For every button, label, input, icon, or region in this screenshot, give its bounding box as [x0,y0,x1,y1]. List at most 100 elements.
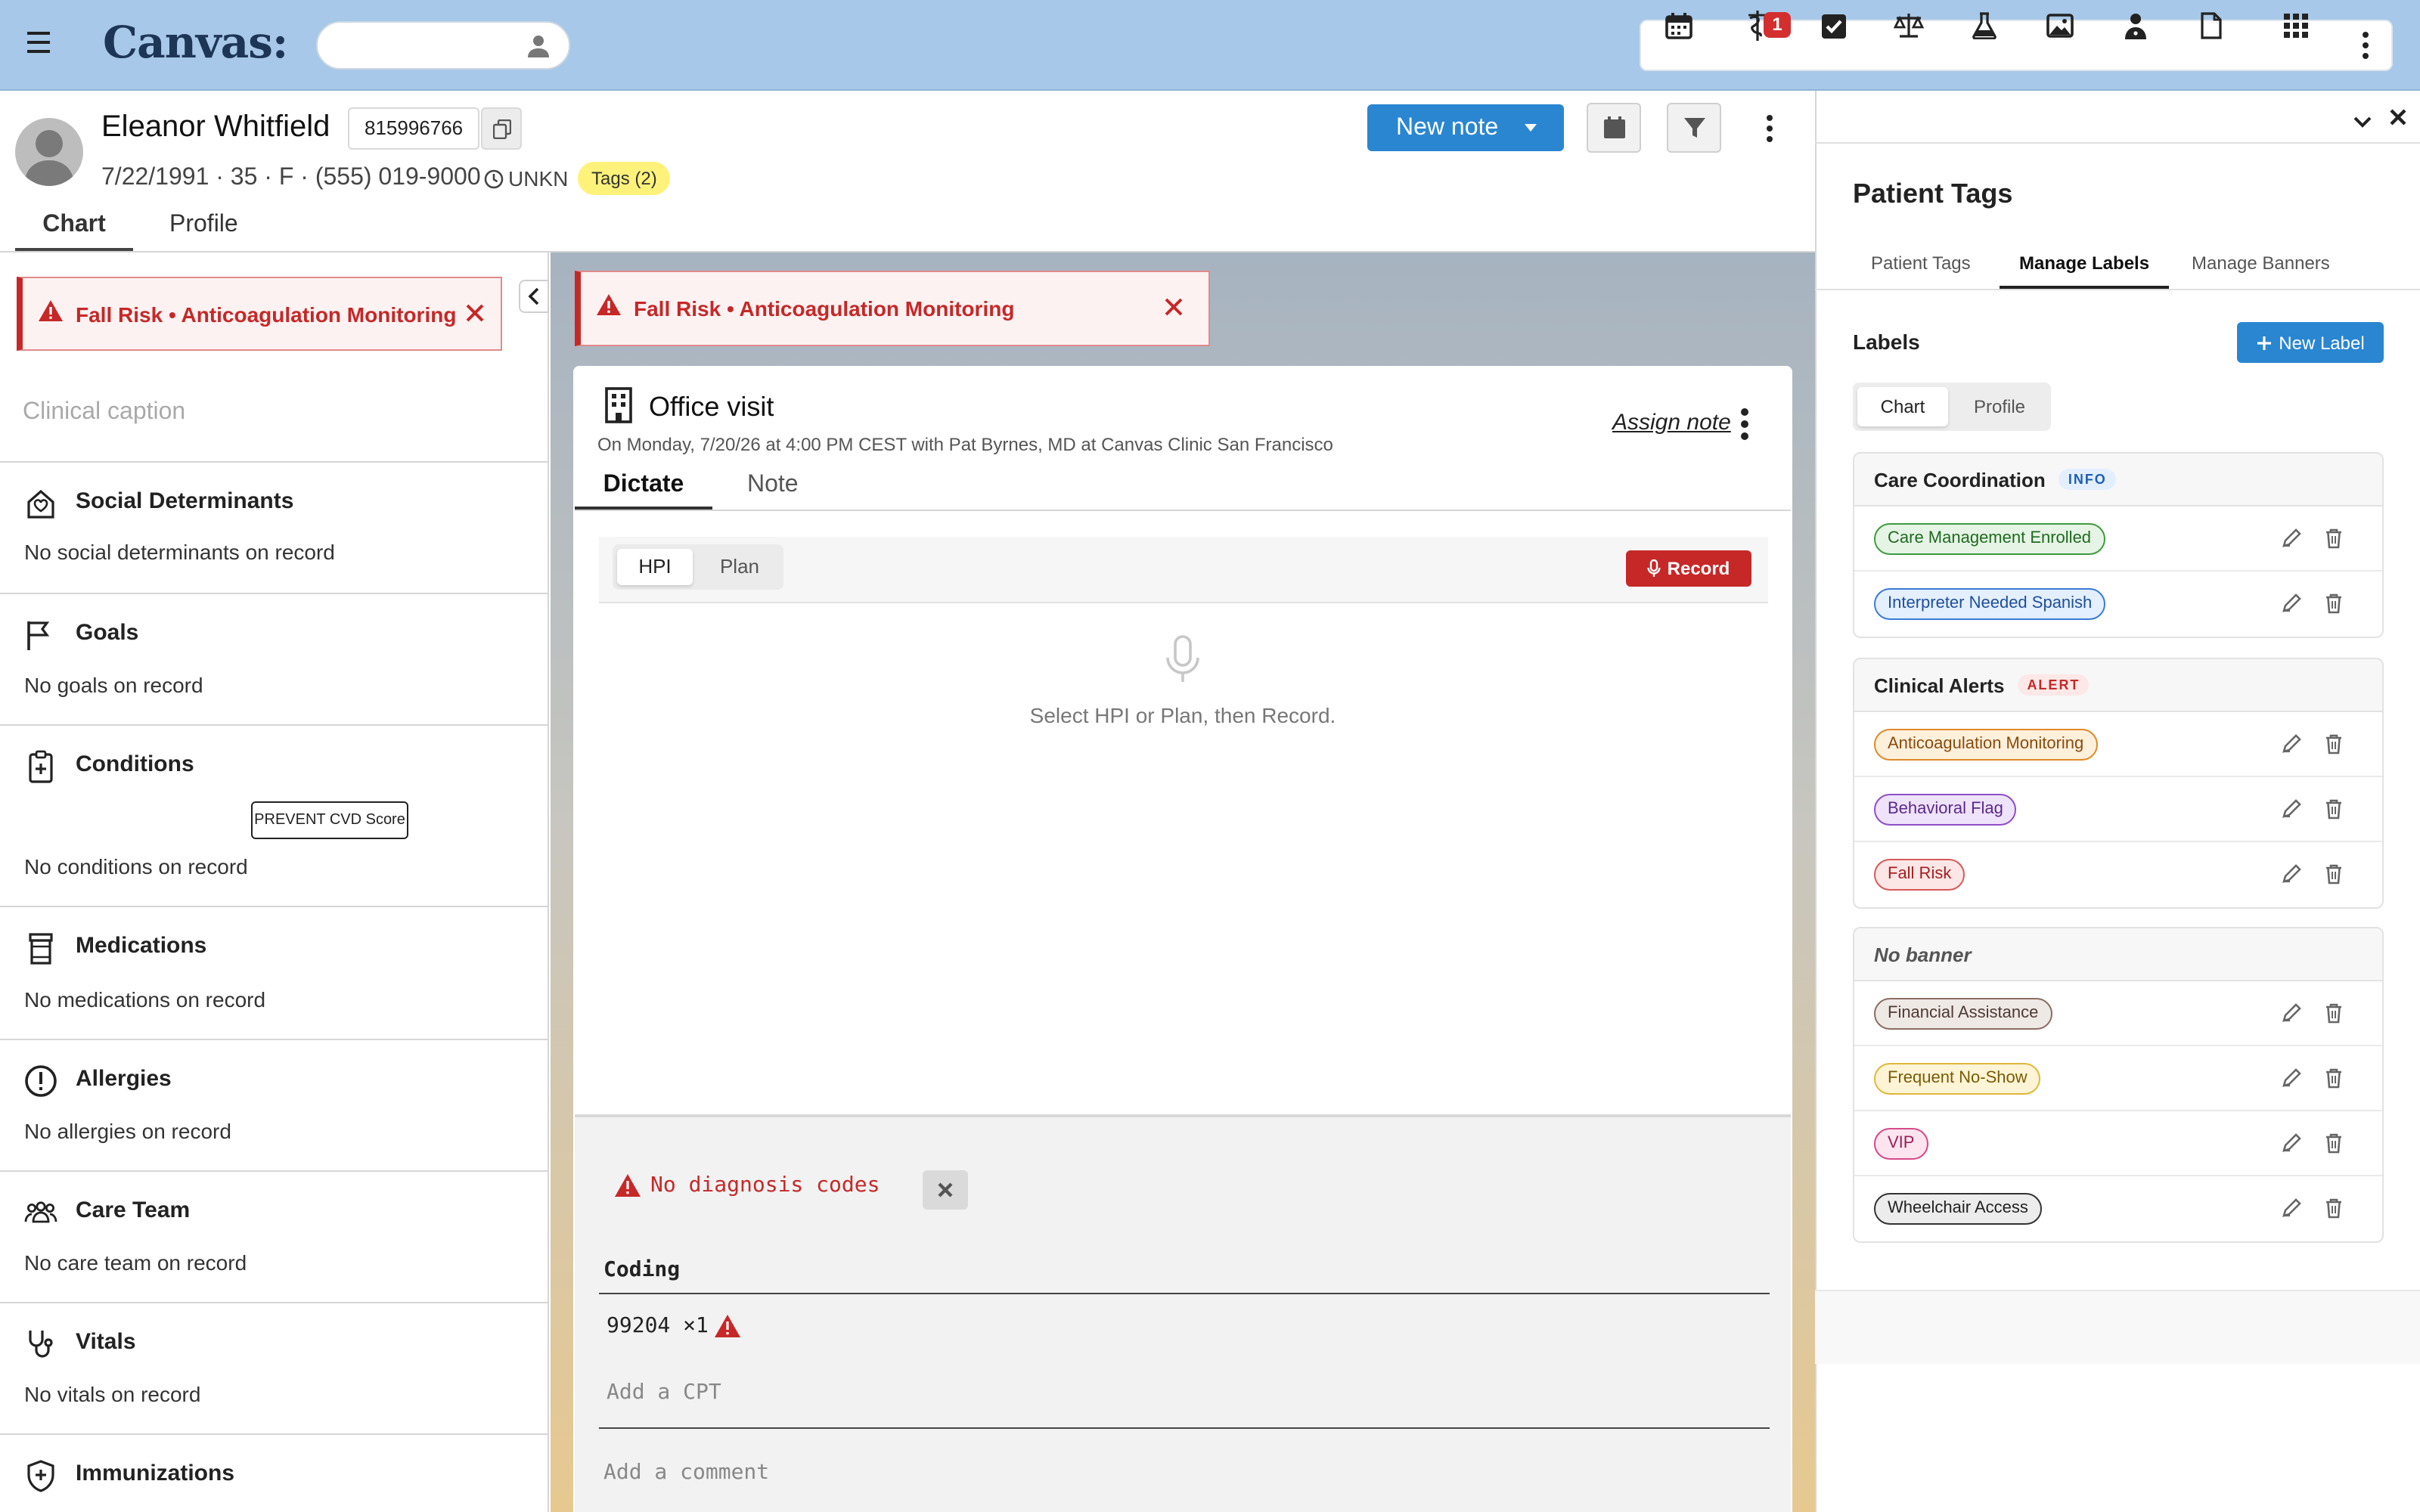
label-pill[interactable]: Wheelchair Access [1874,1193,2042,1225]
patient-more-icon[interactable] [1759,115,1780,142]
section-vitals[interactable]: Vitals No vitals on record [0,1302,549,1433]
app-logo[interactable]: Canvas: [103,17,288,68]
trash-icon[interactable] [2322,591,2346,615]
label-pill[interactable]: Financial Assistance [1874,998,2052,1030]
chevron-left-icon [528,287,539,305]
label-row: Care Management Enrolled [1854,507,2382,572]
section-social-determinants[interactable]: Social Determinants No social determinan… [0,461,549,593]
notification-badge[interactable]: 1 [1764,12,1791,38]
label-pill[interactable]: Care Management Enrolled [1874,523,2105,555]
filter-button[interactable] [1667,103,1721,153]
tab-chart[interactable]: Chart [15,212,133,251]
pencil-icon[interactable] [2279,526,2304,550]
label-group-header: Care Coordination INFO [1854,454,2382,507]
label-pill[interactable]: Frequent No-Show [1874,1063,2041,1095]
tab-patient-tags[interactable]: Patient Tags [1871,253,1971,274]
label-pill[interactable]: VIP [1874,1128,1928,1160]
record-button[interactable]: Record [1626,550,1751,587]
tab-manage-banners[interactable]: Manage Banners [2192,253,2330,274]
grid-icon[interactable] [2281,11,2311,41]
flask-icon[interactable] [1969,11,2000,41]
shield-plus-icon [24,1459,57,1492]
checkbox-icon[interactable] [1818,11,1848,41]
trash-icon[interactable] [2322,1131,2346,1155]
calendar-button[interactable] [1587,103,1641,153]
pencil-icon[interactable] [2279,1066,2304,1090]
patient-search-input[interactable] [316,21,570,70]
top-bar: Canvas: 1 [0,0,2420,91]
chart-profile-segmented-control: Chart Profile [1853,383,2051,431]
chevron-down-icon[interactable] [2353,109,2372,136]
pencil-icon[interactable] [2279,732,2304,756]
label-pill[interactable]: Interpreter Needed Spanish [1874,588,2106,620]
no-diagnosis-warning: No diagnosis codes [614,1173,880,1198]
copy-icon[interactable] [481,107,522,150]
segment-chart[interactable]: Chart [1857,387,1948,426]
cpt-row[interactable]: 99204 ×1 [607,1314,742,1338]
tags-badge[interactable]: Tags (2) [578,162,671,195]
dictate-hint: Select HPI or Plan, then Record. [1029,703,1336,727]
section-medications[interactable]: Medications No medications on record [0,906,549,1039]
section-goals[interactable]: Goals No goals on record [0,593,549,724]
warning-icon [596,293,622,324]
segment-profile[interactable]: Profile [1953,387,2046,426]
tab-manage-labels[interactable]: Manage Labels [2019,253,2149,274]
close-icon[interactable] [464,302,486,330]
trash-icon[interactable] [2322,1196,2346,1220]
prevent-cvd-score-button[interactable]: PREVENT CVD Score [251,801,408,839]
image-icon[interactable] [2045,11,2075,41]
segment-plan[interactable]: Plan [699,549,780,585]
chevron-down-icon[interactable] [1525,124,1537,132]
section-immunizations[interactable]: Immunizations [0,1433,549,1512]
close-icon[interactable] [2390,106,2406,133]
record-label: Record [1667,558,1730,579]
doctor-icon[interactable] [2121,11,2151,41]
note-more-icon[interactable] [1733,408,1754,440]
tab-dictate[interactable]: Dictate [575,472,712,510]
label-pill[interactable]: Anticoagulation Monitoring [1874,729,2098,761]
segment-hpi[interactable]: HPI [617,549,693,585]
calendar-icon[interactable] [1664,11,1694,41]
trash-icon[interactable] [2322,1001,2346,1025]
close-icon[interactable] [1163,296,1184,325]
trash-icon[interactable] [2322,526,2346,550]
collapse-sidebar-button[interactable] [519,280,549,313]
section-empty-text: No conditions on record [24,854,248,878]
alert-banner-sidebar: Fall Risk • Anticoagulation Monitoring [17,277,502,351]
avatar [15,118,83,186]
pencil-icon[interactable] [2279,1131,2304,1155]
pencil-icon[interactable] [2279,591,2304,615]
more-icon[interactable] [2355,32,2376,59]
document-icon[interactable] [2196,11,2226,41]
trash-icon[interactable] [2322,732,2346,756]
trash-icon[interactable] [2322,1066,2346,1090]
pencil-icon[interactable] [2279,1001,2304,1025]
label-pill[interactable]: Fall Risk [1874,859,1965,891]
section-allergies[interactable]: Allergies No allergies on record [0,1039,549,1170]
label-pill[interactable]: Behavioral Flag [1874,794,2017,826]
panel-top-bar [1815,91,2420,144]
section-empty-text: No social determinants on record [24,540,335,564]
section-care-team[interactable]: Care Team No care team on record [0,1170,549,1302]
scales-icon[interactable] [1894,11,1924,41]
new-label-button[interactable]: New Label [2237,322,2384,363]
add-comment-input[interactable]: Add a comment [603,1461,769,1485]
dismiss-button[interactable] [923,1170,968,1210]
hamburger-menu-icon[interactable] [27,32,50,53]
clinical-caption-input[interactable]: Clinical caption [23,399,185,426]
trash-icon[interactable] [2322,797,2346,821]
tab-profile[interactable]: Profile [169,212,238,248]
trash-icon[interactable] [2322,862,2346,886]
label-row: Behavioral Flag [1854,777,2382,842]
label-row: Wheelchair Access [1854,1176,2382,1241]
label-group-header: No banner [1854,928,2382,981]
tab-note[interactable]: Note [747,472,799,499]
cpt-divider [599,1427,1770,1429]
add-cpt-input[interactable]: Add a CPT [607,1380,721,1405]
new-note-button[interactable]: New note [1367,104,1564,151]
pencil-icon[interactable] [2279,797,2304,821]
assign-note-link[interactable]: Assign note [1612,410,1731,435]
section-title: Social Determinants [76,488,294,514]
pencil-icon[interactable] [2279,1196,2304,1220]
pencil-icon[interactable] [2279,862,2304,886]
